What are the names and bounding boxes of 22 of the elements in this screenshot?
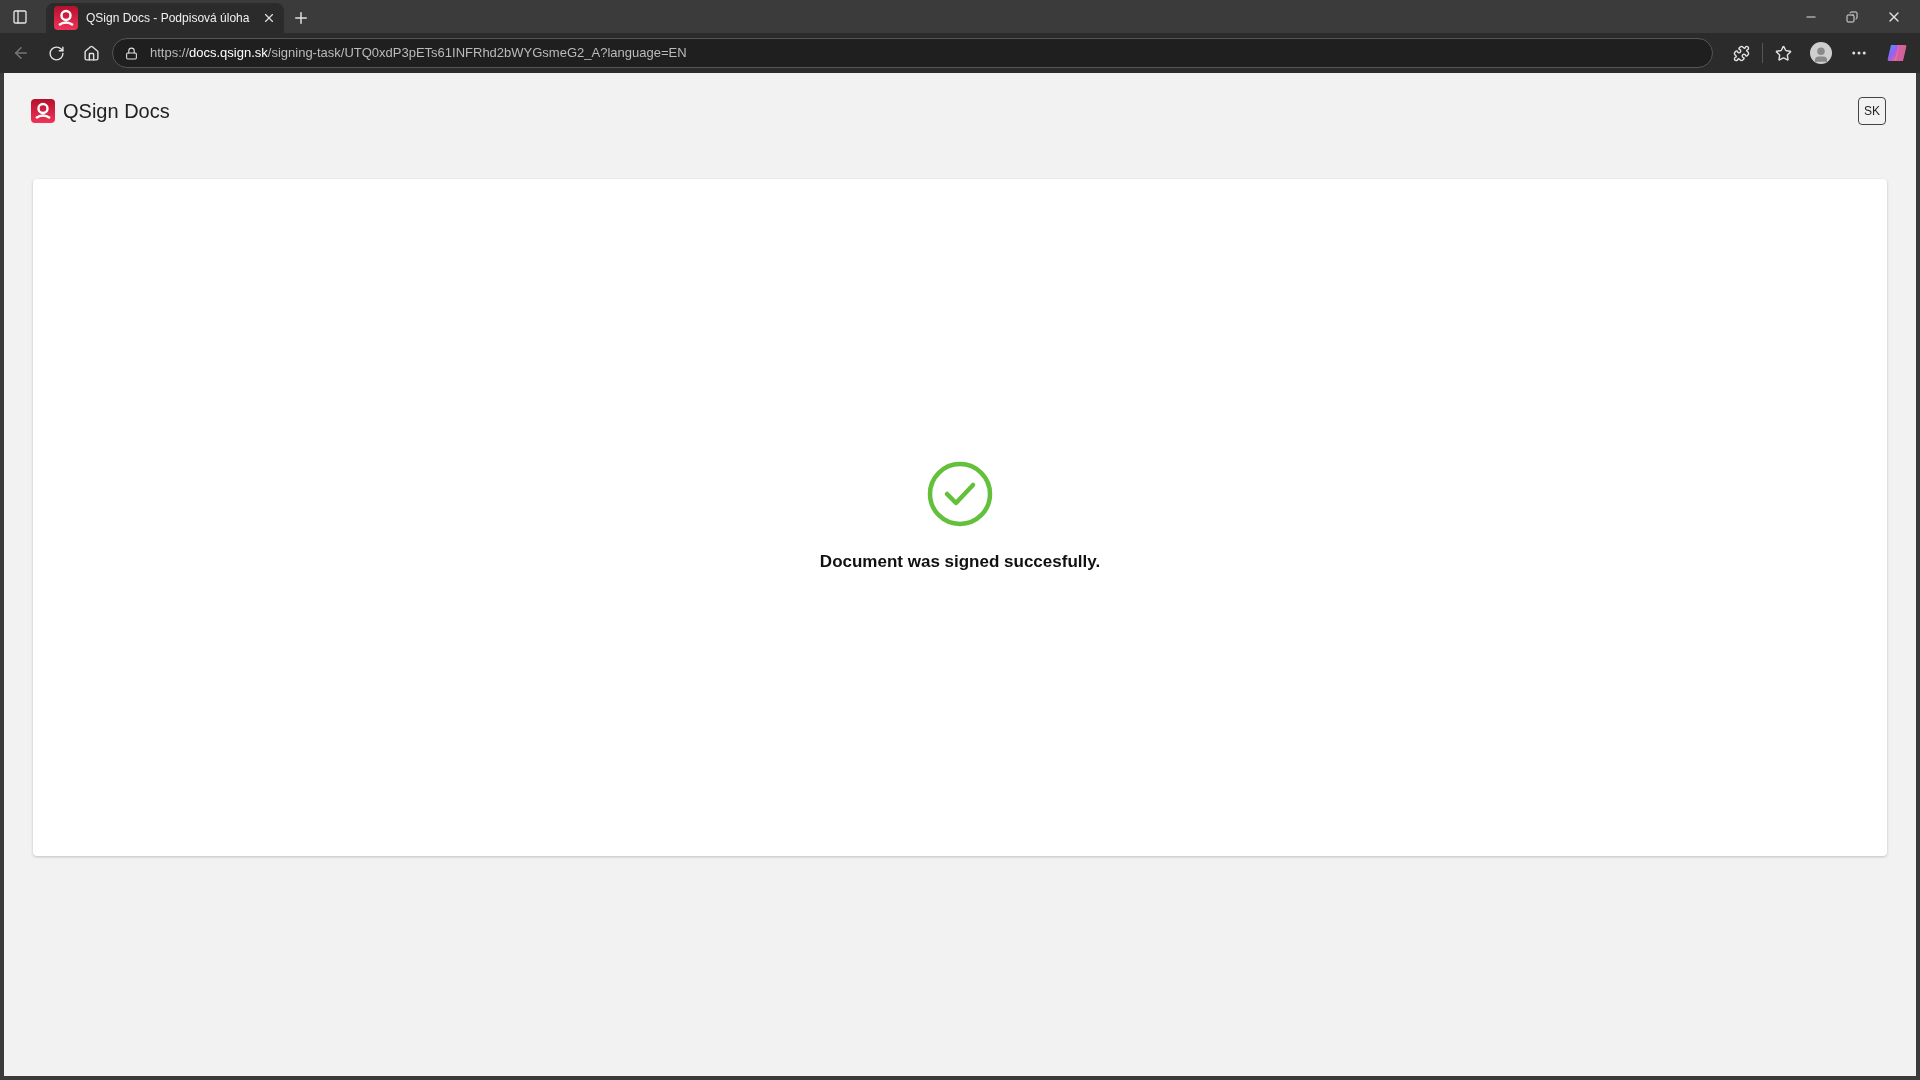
lock-icon[interactable]: [125, 46, 138, 60]
new-tab-icon[interactable]: [292, 9, 310, 27]
extensions-icon[interactable]: [1733, 44, 1750, 62]
tab-title: QSign Docs - Podpisová úloha: [86, 10, 251, 27]
copilot-icon[interactable]: [1886, 42, 1908, 64]
close-tab-icon[interactable]: [262, 11, 276, 25]
sidebar-toggle-icon[interactable]: [12, 9, 28, 25]
browser-tab[interactable]: QSign Docs - Podpisová úloha: [46, 3, 284, 33]
favorites-icon[interactable]: [1775, 44, 1792, 62]
logo-icon: [31, 99, 55, 123]
restore-icon[interactable]: [1846, 10, 1858, 23]
address-field[interactable]: https://docs.qsign.sk/signing-task/UTQ0xdP3pETs61INFRhd2bWYGsmeG2_A?language=EN: [112, 38, 1713, 68]
app-name: QSign Docs: [63, 99, 170, 124]
logo-icon: [54, 6, 78, 30]
back-icon[interactable]: [12, 44, 30, 62]
reload-icon[interactable]: [48, 44, 65, 62]
home-icon[interactable]: [83, 44, 100, 62]
url-text: https://docs.qsign.sk/signing-task/UTQ0xdP3pETs61INFRhd2bWYGsmeG2_A?language=EN: [150, 44, 687, 63]
success-message: Document was signed succesfully.: [819, 550, 1101, 573]
profile-avatar[interactable]: [1810, 42, 1832, 64]
language-button[interactable]: SK: [1858, 97, 1886, 125]
person-icon: [1812, 46, 1830, 64]
